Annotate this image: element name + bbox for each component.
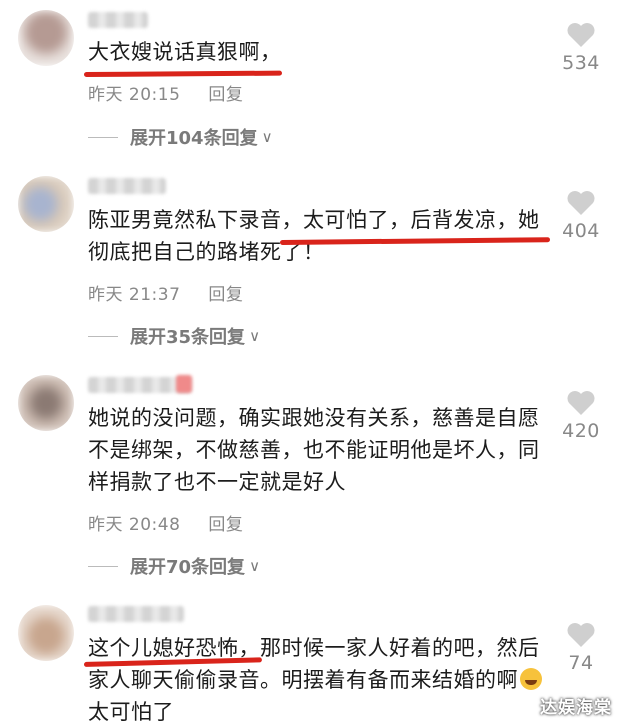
comment-time: 昨天 20:48	[88, 515, 181, 535]
chevron-down-icon: ∨	[261, 128, 273, 146]
expand-replies-button[interactable]: 展开104条回复 ∨	[88, 124, 273, 150]
heart-icon	[567, 623, 595, 647]
like-count: 74	[568, 652, 594, 674]
username-blurred[interactable]	[88, 606, 184, 622]
comment-meta: 昨天 21:37 回复	[88, 280, 243, 305]
expand-replies-label: 展开35条回复	[130, 327, 246, 348]
comment-text: 这个儿媳好恐怖，那时候一家人好着的吧，然后家人聊天偷偷录音。明摆着有备而来结婚的…	[88, 632, 558, 728]
chevron-down-icon: ∨	[249, 327, 261, 345]
expand-replies-button[interactable]: 展开70条回复 ∨	[88, 553, 260, 579]
like-count: 420	[562, 420, 600, 442]
heart-icon	[567, 191, 595, 215]
reply-button[interactable]: 回复	[208, 515, 243, 535]
comment-meta: 昨天 20:15 回复	[88, 80, 243, 105]
comment-time: 昨天 21:37	[88, 285, 181, 305]
avatar[interactable]	[18, 10, 74, 66]
username-badge	[176, 375, 192, 393]
username-blurred[interactable]	[88, 12, 148, 28]
comment-text-tail: 太可怕了	[88, 700, 174, 724]
avatar[interactable]	[18, 375, 74, 431]
chevron-down-icon: ∨	[249, 557, 261, 575]
comment-meta: 昨天 20:48 回复	[88, 510, 243, 535]
like-button[interactable]: 420	[542, 390, 620, 442]
like-button[interactable]: 74	[542, 622, 620, 674]
laughing-emoji-icon	[520, 668, 542, 690]
reply-button[interactable]: 回复	[208, 85, 243, 105]
divider-line	[88, 136, 118, 138]
expand-replies-label: 展开70条回复	[130, 557, 246, 578]
like-button[interactable]: 404	[542, 190, 620, 242]
watermark: 达娱海棠	[540, 698, 612, 718]
comment-text: 大衣嫂说话真狠啊，	[88, 40, 282, 64]
heart-icon	[567, 23, 595, 47]
like-count: 404	[562, 220, 600, 242]
like-button[interactable]: 534	[542, 22, 620, 74]
avatar[interactable]	[18, 176, 74, 232]
divider-line	[88, 565, 118, 567]
avatar[interactable]	[18, 605, 74, 661]
comment-text: 陈亚男竟然私下录音，太可怕了，后背发凉，她彻底把自己的路堵死了！	[88, 208, 540, 264]
username-blurred[interactable]	[88, 178, 166, 194]
red-underline	[83, 70, 283, 77]
comment-time: 昨天 20:15	[88, 85, 181, 105]
reply-button[interactable]: 回复	[208, 285, 243, 305]
divider-line	[88, 335, 118, 337]
expand-replies-label: 展开104条回复	[130, 128, 258, 149]
expand-replies-button[interactable]: 展开35条回复 ∨	[88, 323, 260, 349]
heart-icon	[567, 391, 595, 415]
comment-text: 她说的没问题，确实跟她没有关系，慈善是自愿不是绑架，不做慈善，也不能证明他是坏人…	[88, 406, 540, 494]
like-count: 534	[562, 52, 600, 74]
